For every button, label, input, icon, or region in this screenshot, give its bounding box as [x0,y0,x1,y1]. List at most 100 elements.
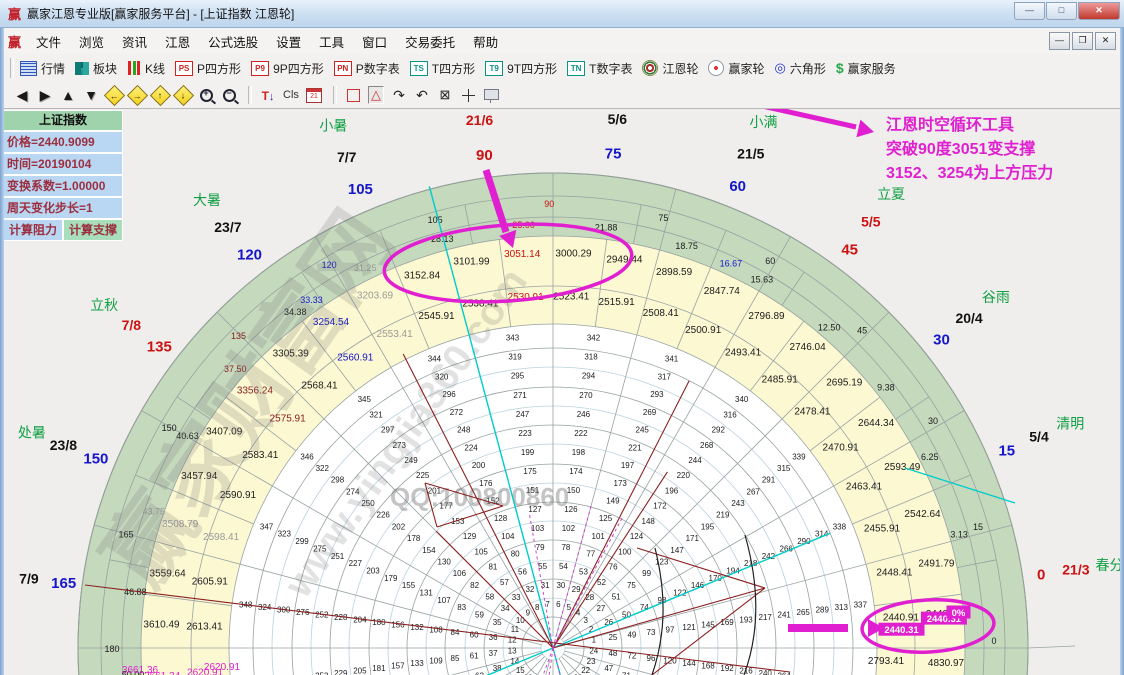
box-x-button[interactable]: ⊠ [435,85,455,105]
svg-text:9.38: 9.38 [877,382,895,392]
calc-support-button[interactable]: 计算支撑 [63,219,123,241]
window-frame-right [1120,0,1124,675]
svg-text:32: 32 [525,585,534,594]
close-button[interactable]: ✕ [1078,2,1120,20]
menu-工具[interactable]: 工具 [310,33,353,53]
svg-text:15: 15 [998,442,1015,459]
toolbar-button-江恩轮[interactable]: 江恩轮 [642,60,698,77]
toolbar-button-赢家服务[interactable]: $ 赢家服务 [836,60,896,77]
toolbar-button-9P四方形[interactable]: P9 9P四方形 [251,60,324,77]
menu-设置[interactable]: 设置 [267,33,310,53]
toolbar-button-label: T数字表 [589,61,633,76]
svg-text:2793.41: 2793.41 [868,656,905,667]
svg-text:265: 265 [797,608,811,617]
toolbar-button-赢家轮[interactable]: 赢家轮 [708,60,765,77]
svg-text:150: 150 [83,450,108,467]
svg-text:245: 245 [636,426,650,435]
svg-text:347: 347 [260,522,274,531]
crosshair-button[interactable] [458,85,478,105]
wheel-icon [642,60,659,76]
svg-text:8: 8 [535,603,540,612]
toolbar-button-T四方形[interactable]: TS T四方形 [409,60,475,77]
svg-text:124: 124 [630,532,644,541]
toolbar-button-P四方形[interactable]: PS P四方形 [175,60,241,77]
toolbar-button-六角形[interactable]: ◎ 六角形 [775,60,826,77]
svg-text:5/5: 5/5 [861,213,881,229]
menu-文件[interactable]: 文件 [27,33,70,53]
badge-grn-icon: TN [567,60,586,76]
svg-text:30: 30 [556,581,565,590]
dia-up-button[interactable]: ↑ [149,84,171,106]
dia-right-button[interactable]: → [126,84,148,106]
svg-text:346: 346 [300,452,314,461]
svg-text:2746.04: 2746.04 [790,342,827,353]
toolbar-button-行情[interactable]: 行情 [20,60,65,77]
menu-交易委托[interactable]: 交易委托 [396,33,464,53]
menu-浏览[interactable]: 浏览 [70,33,113,53]
zoom-in-button[interactable]: + [196,85,216,105]
mdi-restore-button[interactable]: ❐ [1072,32,1093,50]
tri-up-button[interactable]: ▲ [58,85,78,105]
triangle-button[interactable]: △ [366,85,386,105]
zoom-out-button[interactable]: − [219,85,239,105]
dia-left-button[interactable]: ← [103,84,125,106]
badge-grn-icon: T9 [485,60,504,76]
svg-text:103: 103 [531,524,545,533]
svg-text:129: 129 [463,532,477,541]
svg-text:193: 193 [739,616,753,625]
svg-text:226: 226 [377,511,391,520]
menu-公式选股[interactable]: 公式选股 [199,33,267,53]
menu-帮助[interactable]: 帮助 [464,33,507,53]
svg-text:2695.19: 2695.19 [826,378,863,389]
svg-text:294: 294 [582,372,596,381]
svg-text:181: 181 [372,664,386,673]
svg-text:3101.99: 3101.99 [453,257,490,268]
title-bar[interactable]: 赢 赢家江恩专业版[赢家服务平台] - [上证指数 江恩轮] — □ ✕ [0,0,1124,28]
rot-cw-button[interactable]: ↷ [389,85,409,105]
svg-text:2523.41: 2523.41 [553,292,590,303]
rot-ccw-button[interactable]: ↶ [412,85,432,105]
toolbar-button-label: 江恩轮 [662,61,699,76]
mdi-close-button[interactable]: ✕ [1095,32,1116,50]
svg-text:23: 23 [587,657,596,666]
svg-text:121: 121 [682,623,696,632]
tri-down-button[interactable]: ▼ [81,85,101,105]
toolbar-button-9T四方形[interactable]: T9 9T四方形 [485,60,557,77]
toolbar-button-P数字表[interactable]: PN P数字表 [333,60,400,77]
calendar-button[interactable]: 21 [304,85,324,105]
svg-text:317: 317 [658,372,672,381]
svg-text:21.88: 21.88 [595,222,618,232]
arrow-left-button[interactable]: ◀ [12,85,32,105]
svg-text:33: 33 [512,593,521,602]
menu-资讯[interactable]: 资讯 [113,33,156,53]
svg-text:269: 269 [643,408,657,417]
svg-text:227: 227 [349,559,363,568]
cls-button[interactable]: Cls [281,85,301,105]
board-icon [483,88,499,103]
t-down-button[interactable]: T↓ [258,85,278,105]
svg-text:84: 84 [451,628,460,637]
menu-江恩[interactable]: 江恩 [156,33,199,53]
svg-text:268: 268 [700,441,714,450]
toolbar-button-K线[interactable]: K线 [127,60,165,77]
svg-text:108: 108 [429,626,443,635]
mdi-minimize-button[interactable]: — [1049,32,1070,50]
svg-text:130: 130 [438,558,452,567]
dia-down-button[interactable]: ↓ [172,84,194,106]
triangle-icon: △ [368,86,384,104]
svg-text:30: 30 [933,332,950,349]
svg-text:23/8: 23/8 [50,437,77,453]
svg-text:293: 293 [650,390,664,399]
menu-窗口[interactable]: 窗口 [353,33,396,53]
calc-resistance-button[interactable]: 计算阻力 [3,219,63,241]
toolbar-button-T数字表[interactable]: TN T数字表 [567,60,632,77]
square-button[interactable] [343,85,363,105]
board-button[interactable] [481,85,501,105]
arrow-right-button[interactable]: ▶ [35,85,55,105]
maximize-button[interactable]: □ [1046,2,1077,20]
svg-text:小暑: 小暑 [319,118,347,134]
svg-text:60: 60 [470,631,479,640]
svg-text:292: 292 [712,426,726,435]
toolbar-button-板块[interactable]: 板块 [75,60,117,77]
minimize-button[interactable]: — [1014,2,1045,20]
